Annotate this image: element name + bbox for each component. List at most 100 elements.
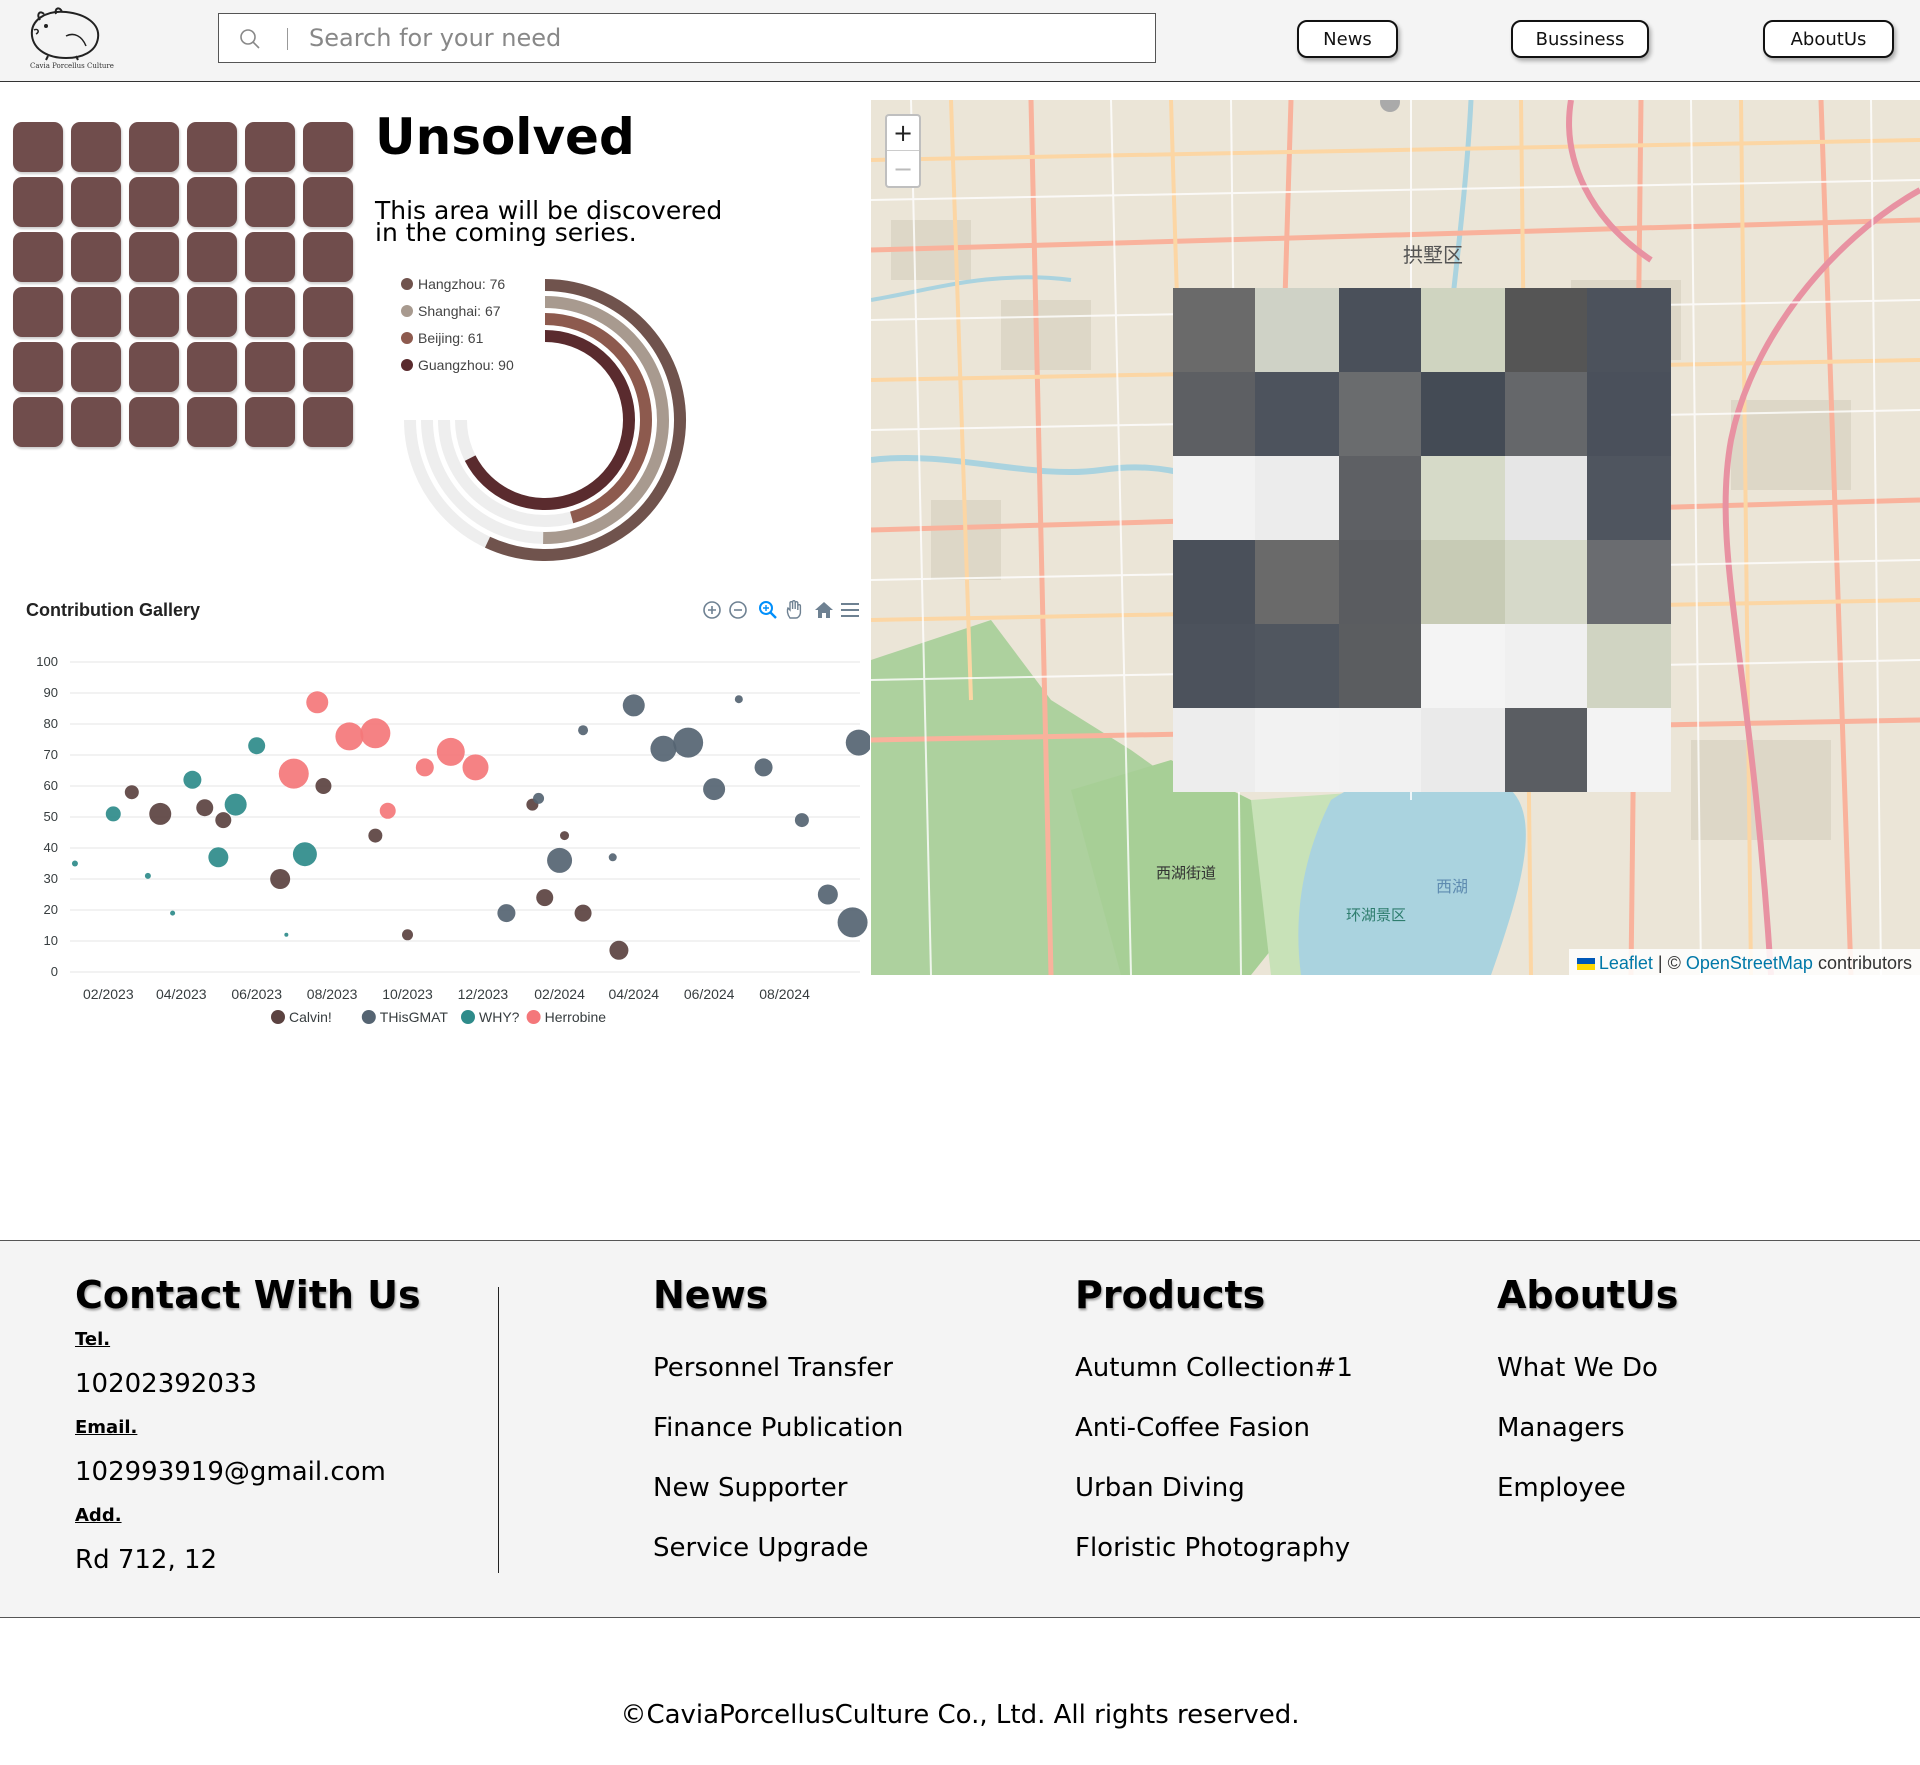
- y-tick-label: 60: [44, 778, 58, 793]
- bubble-point[interactable]: [149, 802, 172, 825]
- bubble-point[interactable]: [845, 729, 872, 756]
- copyright: ©CaviaPorcellusCulture Co., Ltd. All rig…: [620, 1700, 1300, 1730]
- bubble-point[interactable]: [754, 758, 773, 777]
- footer-news-link[interactable]: Finance Publication: [653, 1413, 903, 1443]
- search-input[interactable]: [309, 20, 1129, 56]
- footer: Contact With Us Tel. 10202392033 Email. …: [0, 1240, 1920, 1618]
- bubble-point[interactable]: [379, 802, 396, 819]
- map-base-tiles[interactable]: 拱墅区 西湖 西湖街道 环湖景区: [871, 100, 1920, 975]
- bubble-point[interactable]: [278, 758, 309, 789]
- bubble-point[interactable]: [533, 792, 545, 804]
- bubble-point[interactable]: [315, 778, 332, 794]
- unsolved-title: Unsolved: [375, 108, 635, 166]
- radial-legend-label[interactable]: Shanghai: 67: [418, 303, 501, 319]
- radial-legend-label[interactable]: Hangzhou: 76: [418, 276, 505, 292]
- radial-legend-label[interactable]: Guangzhou: 90: [418, 357, 514, 373]
- bubble-point[interactable]: [703, 778, 726, 801]
- bubble-point[interactable]: [609, 940, 629, 960]
- legend-label[interactable]: WHY?: [479, 1009, 520, 1025]
- map[interactable]: 拱墅区 西湖 西湖街道 环湖景区 + − Leaflet | © OpenStr…: [871, 100, 1920, 975]
- bubble-point[interactable]: [124, 785, 139, 800]
- zoom-out-icon[interactable]: [726, 598, 750, 622]
- footer-products-link[interactable]: Urban Diving: [1075, 1473, 1245, 1503]
- bubble-point[interactable]: [608, 853, 617, 862]
- search-icon[interactable]: [239, 28, 261, 50]
- map-zoom-out-button[interactable]: −: [887, 151, 919, 186]
- grid-cell: [13, 177, 63, 227]
- bubble-point[interactable]: [560, 831, 570, 841]
- bubble-point[interactable]: [284, 932, 289, 937]
- grid-cell: [245, 177, 295, 227]
- footer-products-link[interactable]: Anti-Coffee Fasion: [1075, 1413, 1310, 1443]
- bubble-point[interactable]: [415, 758, 434, 777]
- search-bar[interactable]: [218, 13, 1156, 63]
- bubble-point[interactable]: [547, 847, 573, 873]
- x-tick-label: 04/2024: [608, 986, 659, 1002]
- footer-aboutus-link[interactable]: Managers: [1497, 1413, 1625, 1443]
- map-zoom-in-button[interactable]: +: [887, 116, 919, 151]
- footer-email-label: Email.: [75, 1417, 138, 1438]
- footer-products-link[interactable]: Floristic Photography: [1075, 1533, 1350, 1563]
- bubble-point[interactable]: [794, 813, 809, 828]
- bubble-point[interactable]: [208, 847, 229, 868]
- bubble-point[interactable]: [734, 695, 743, 704]
- logo[interactable]: Cavia Porcellus Culture: [26, 6, 114, 74]
- bubble-point[interactable]: [436, 737, 465, 766]
- bubble-point[interactable]: [650, 735, 677, 762]
- bubble-point[interactable]: [215, 812, 232, 829]
- footer-add-value: Rd 712, 12: [75, 1545, 218, 1575]
- bubble-point[interactable]: [196, 799, 214, 817]
- y-tick-label: 20: [44, 902, 58, 917]
- reset-home-icon[interactable]: [812, 598, 836, 622]
- bubble-point[interactable]: [71, 860, 78, 867]
- legend-label[interactable]: Calvin!: [289, 1009, 332, 1025]
- legend-label[interactable]: THisGMAT: [380, 1009, 449, 1025]
- footer-aboutus-heading: AboutUs: [1497, 1273, 1679, 1317]
- osm-link[interactable]: OpenStreetMap: [1686, 953, 1813, 973]
- pan-hand-icon[interactable]: [782, 598, 806, 622]
- footer-news-link[interactable]: New Supporter: [653, 1473, 847, 1503]
- bubble-point[interactable]: [497, 904, 516, 923]
- satellite-tiles-overlay: [1173, 288, 1671, 792]
- bubble-point[interactable]: [170, 910, 176, 916]
- bubble-point[interactable]: [105, 806, 121, 822]
- map-zoom-control: + −: [885, 114, 921, 188]
- y-tick-label: 70: [44, 747, 58, 762]
- bubble-point[interactable]: [817, 884, 838, 905]
- grid-cell: [303, 177, 353, 227]
- bubble-point[interactable]: [335, 722, 364, 751]
- grid-cell: [71, 287, 121, 337]
- bubble-point[interactable]: [622, 694, 645, 717]
- bubble-point[interactable]: [574, 904, 592, 922]
- bubble-point[interactable]: [578, 725, 589, 736]
- bubble-point[interactable]: [248, 737, 266, 755]
- bubble-point[interactable]: [306, 691, 329, 714]
- footer-news-link[interactable]: Personnel Transfer: [653, 1353, 893, 1383]
- radial-legend-label[interactable]: Beijing: 61: [418, 330, 484, 346]
- nav-bussiness-button[interactable]: Bussiness: [1511, 20, 1649, 58]
- selection-zoom-icon[interactable]: [756, 598, 780, 622]
- nav-aboutus-button[interactable]: AboutUs: [1763, 20, 1894, 58]
- bubble-point[interactable]: [673, 727, 704, 758]
- legend-label[interactable]: Herrobine: [545, 1009, 607, 1025]
- bubble-point[interactable]: [224, 793, 247, 816]
- bubble-point[interactable]: [368, 828, 383, 843]
- bubble-point[interactable]: [536, 889, 554, 907]
- footer-news-link[interactable]: Service Upgrade: [653, 1533, 869, 1563]
- bubble-point[interactable]: [462, 754, 489, 781]
- bubble-point[interactable]: [183, 770, 202, 789]
- leaflet-link[interactable]: Leaflet: [1599, 953, 1653, 973]
- zoom-in-icon[interactable]: [700, 598, 724, 622]
- footer-aboutus-link[interactable]: Employee: [1497, 1473, 1626, 1503]
- footer-aboutus-link[interactable]: What We Do: [1497, 1353, 1658, 1383]
- bubble-point[interactable]: [270, 869, 291, 889]
- bubble-point[interactable]: [837, 907, 868, 938]
- bubble-point[interactable]: [402, 929, 414, 941]
- legend-marker: [526, 1010, 541, 1024]
- bubble-point[interactable]: [292, 842, 317, 867]
- nav-news-button[interactable]: News: [1297, 20, 1398, 58]
- menu-icon[interactable]: [838, 598, 862, 622]
- bubble-point[interactable]: [144, 872, 151, 879]
- footer-products-link[interactable]: Autumn Collection#1: [1075, 1353, 1353, 1383]
- bubble-point[interactable]: [360, 718, 391, 749]
